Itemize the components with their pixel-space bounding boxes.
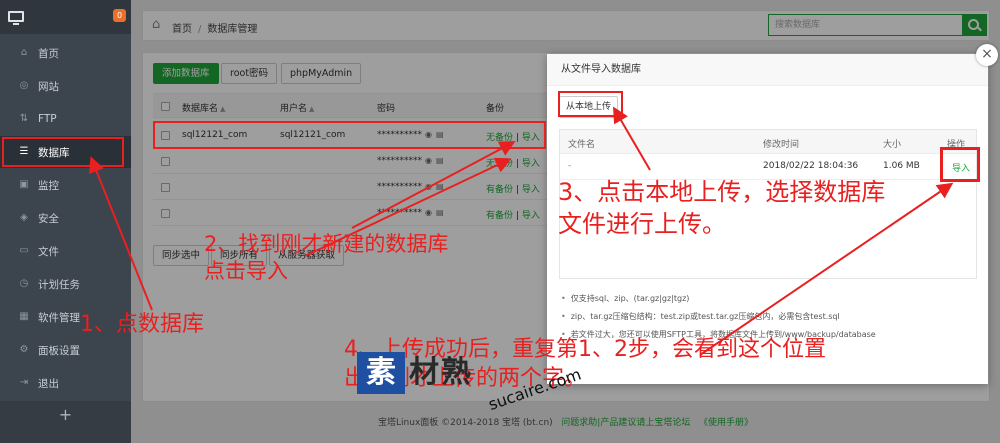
sidebar-item-label: 面板设置 [38,344,80,357]
sidebar-item-label: 退出 [38,377,59,390]
col-filename: 文件名 [568,140,596,150]
sidebar-item-security[interactable]: ◈ 安全 [0,202,131,234]
col-mtime: 修改时间 [763,140,800,150]
annotation-step1: 1、点数据库 [80,312,204,337]
sidebar-item-label: 监控 [38,179,59,192]
file-table-header: 文件名 修改时间 大小 操作 [560,130,976,154]
clock-icon: ◷ [19,278,29,289]
sidebar-item-label: 计划任务 [38,278,80,291]
annotation-step2-line2: 点击导入 [204,259,288,283]
sidebar: 0 ⌂ 首页 ◎ 网站 ⇅ FTP ☰ 数据库 ▣ 监控 ◈ 安全 ▭ 文件 ◷ 计划任务 ▦ 软… [0,0,131,443]
sidebar-item-home[interactable]: ⌂ 首页 [0,37,131,69]
highlight-database-menu [2,137,124,167]
sidebar-item-label: 软件管理 [38,311,80,324]
home-icon: ⌂ [20,47,28,58]
grid-icon: ▦ [19,311,29,322]
file-name: - [568,161,572,171]
annotation-step2-line1: 2、找到刚才新建的数据库 [204,232,449,256]
note-item: 仅支持sql、zip、(tar.gz|gz|tgz) [561,290,876,308]
notification-badge[interactable]: 0 [113,9,126,22]
sidebar-item-cron[interactable]: ◷ 计划任务 [0,268,131,300]
sidebar-item-settings[interactable]: ⚙ 面板设置 [0,334,131,366]
sidebar-item-label: 安全 [38,212,59,225]
globe-icon: ◎ [19,80,29,91]
watermark-logo: 素 [357,352,405,394]
sidebar-header: 0 [0,0,131,34]
highlight-upload-button [558,91,623,117]
sidebar-item-label: 网站 [38,80,59,93]
highlight-import-link [940,147,980,182]
sidebar-add-button[interactable]: + [0,401,131,443]
ftp-icon: ⇅ [19,113,29,124]
sidebar-item-ftp[interactable]: ⇅ FTP [0,103,131,135]
close-icon[interactable]: × [976,44,998,66]
sidebar-item-logout[interactable]: ⇥ 退出 [0,367,131,399]
folder-icon: ▭ [19,245,29,256]
monitor-icon[interactable] [8,11,24,25]
annotation-step3-line2: 文件进行上传。 [558,210,726,238]
sidebar-item-monitor[interactable]: ▣ 监控 [0,169,131,201]
file-mtime: 2018/02/22 18:04:36 [763,161,859,171]
gear-icon: ⚙ [19,344,29,355]
sidebar-item-label: FTP [38,113,57,125]
sidebar-item-label: 首页 [38,47,59,60]
logout-icon: ⇥ [19,377,29,388]
note-item: zip、tar.gz压缩包结构：test.zip或test.tar.gz压缩包内… [561,308,876,326]
col-size: 大小 [883,140,902,150]
dialog-title: 从文件导入数据库 [547,54,988,86]
monitor-icon: ▣ [19,179,29,190]
file-size: 1.06 MB [883,161,920,171]
annotation-step3-line1: 3、点击本地上传，选择数据库 [558,178,886,206]
watermark-text: 材熟 [409,355,473,390]
sidebar-item-label: 文件 [38,245,59,258]
sidebar-item-website[interactable]: ◎ 网站 [0,70,131,102]
highlight-table-row [153,121,546,149]
shield-icon: ◈ [20,212,28,223]
sidebar-item-files[interactable]: ▭ 文件 [0,235,131,267]
